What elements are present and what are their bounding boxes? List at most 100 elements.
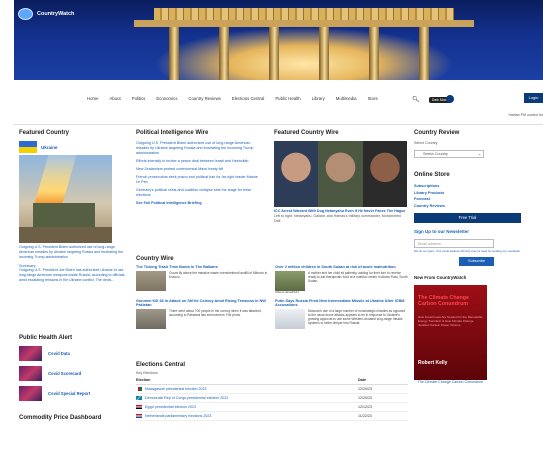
intel-item[interactable]: French prosecutors seek prison and polit…: [136, 175, 261, 185]
portrait-photo: [318, 141, 363, 207]
book-title: The Climate Change Carbon Conundrum: [418, 295, 469, 308]
gate-column: [319, 27, 329, 80]
table-row[interactable]: Madagascar presidential election 2023 12…: [136, 385, 408, 394]
globe-logo-icon: [18, 8, 33, 20]
country-wire-desc: Moscow's use of a large number of nonstr…: [308, 308, 406, 326]
country-wire-desc: A mother and her child sit patiently, wa…: [308, 270, 408, 283]
nav-elections-central[interactable]: Elections Central: [232, 96, 264, 101]
featured-country-image[interactable]: [19, 155, 112, 243]
country-wire-item[interactable]: The Ticking Trash Time Bomb in The Balka…: [136, 265, 269, 295]
election-name[interactable]: Democratic Rep of Congo presidential ele…: [145, 396, 228, 400]
country-wire-headline[interactable]: Putin Says Russia Fired New Intermediate…: [275, 299, 408, 308]
featured-caption: Outgoing U.S. President Biden authorized…: [19, 245, 124, 259]
ground: [19, 227, 112, 243]
newsletter-email-input[interactable]: Email address: [414, 239, 494, 248]
nav-country-reviews[interactable]: Country Reviews: [188, 96, 220, 101]
featured-summary[interactable]: Outgoing U.S. President Joe Biden has au…: [19, 268, 129, 283]
health-item[interactable]: Covid Scorecard: [19, 366, 129, 381]
country-wire-headline[interactable]: The Ticking Trash Time Bomb in The Balka…: [136, 265, 269, 270]
covid-thumbnail: [19, 366, 42, 381]
book-caption[interactable]: The Climate Change Carbon Conundrum: [414, 380, 487, 385]
nav-store[interactable]: Store: [368, 96, 378, 101]
featured-country-wire-section: Featured Country Wire ICC Arrest Warrant…: [274, 130, 409, 224]
brand-logo[interactable]: CountryWatch: [18, 8, 74, 20]
subscribe-button[interactable]: Subscribe: [459, 257, 494, 267]
gate-column: [169, 27, 179, 80]
public-health-section: Public Health Alert Covid Data Covid Sco…: [19, 335, 129, 406]
intel-more-link[interactable]: See Full Political Intelligence Briefing: [136, 201, 202, 205]
news-thumbnail: [275, 308, 305, 329]
election-date: 12/12/23: [358, 405, 372, 409]
election-col-header: Election: [136, 378, 151, 382]
country-wire-headline[interactable]: Gunmen Kill 38 in Attack on Shi'ite Conv…: [136, 299, 269, 308]
gate-column: [369, 27, 379, 80]
store-link[interactable]: Country Reviews: [414, 203, 524, 210]
missile-trail: [33, 155, 77, 207]
gate-column: [419, 27, 429, 80]
netherlands-flag-icon: [136, 414, 142, 418]
search-icon[interactable]: 🔍︎: [412, 96, 420, 103]
intel-item[interactable]: New Zealanders protest controversial Mao…: [136, 167, 261, 172]
covid-thumbnail: [19, 346, 42, 361]
health-item-label[interactable]: Covid Special Report: [48, 391, 90, 396]
country-wire-item[interactable]: Putin Says Russia Fired New Intermediate…: [275, 299, 408, 329]
online-store-title: Online Store: [414, 172, 450, 178]
login-button[interactable]: Login: [524, 93, 543, 103]
news-thumbnail: [136, 308, 166, 329]
election-name[interactable]: Egypt presidential election 2023: [145, 405, 196, 409]
table-row[interactable]: Netherlands parliamentary elections 2023…: [136, 412, 408, 421]
news-thumbnail: [136, 270, 166, 291]
table-row[interactable]: Democratic Rep of Congo presidential ele…: [136, 394, 408, 403]
page: CountryWatch Home About Politics Economi…: [14, 0, 543, 455]
country-review-title: Country Review: [414, 130, 460, 136]
featured-wire-photo[interactable]: [274, 141, 407, 207]
nav-library[interactable]: Library: [312, 96, 325, 101]
election-name[interactable]: Netherlands parliamentary elections 2023: [145, 414, 211, 418]
country-wire-item[interactable]: Gunmen Kill 38 in Attack on Shi'ite Conv…: [136, 299, 269, 329]
election-date: 11/22/23: [358, 414, 372, 418]
gate-column: [219, 27, 229, 80]
news-ticker[interactable]: Haitian PM ousted fro: [444, 113, 543, 117]
country-wire-section: Country Wire The Ticking Trash Time Bomb…: [136, 256, 408, 329]
health-item[interactable]: Covid Data: [19, 346, 129, 361]
newsletter-title: Sign Up to our Newsletter: [414, 229, 470, 234]
covid-thumbnail: [19, 386, 42, 401]
intel-item[interactable]: Germany's political crisis and coalition…: [136, 188, 261, 198]
main-nav: Home About Politics Economics Country Re…: [14, 93, 543, 107]
nav-about[interactable]: About: [109, 96, 120, 101]
health-item-label[interactable]: Covid Scorecard: [48, 371, 81, 376]
free-trial-button[interactable]: Free Trial: [414, 213, 521, 223]
elections-table-header: Election Date: [136, 376, 408, 385]
gate-frieze: [154, 8, 454, 20]
nav-economics[interactable]: Economics: [156, 96, 177, 101]
book-cover[interactable]: The Climate Change Carbon Conundrum How …: [414, 285, 487, 381]
table-row[interactable]: Egypt presidential election 2023 12/12/2…: [136, 403, 408, 412]
nav-home[interactable]: Home: [87, 96, 98, 101]
main-content: Featured Country Ukraine Outgoing U.S. P…: [14, 124, 543, 455]
intel-item[interactable]: Efforts intensify to broker a peace deal…: [136, 159, 261, 164]
commodity-dashboard-title: Commodity Price Dashboard: [19, 415, 102, 421]
date-col-header: Date: [358, 378, 366, 382]
country-select[interactable]: Select Country ⌄: [414, 150, 484, 158]
new-from-title: New From CountryWatch: [414, 275, 467, 281]
election-name[interactable]: Madagascar presidential election 2023: [145, 387, 207, 391]
intel-item[interactable]: Outgoing U.S. President Biden authorizes…: [136, 141, 261, 156]
gate-entablature: [134, 20, 474, 27]
photo-credit: Ohleme Hamad/CAJ: [275, 290, 299, 294]
gate-column: [269, 27, 279, 80]
nav-public-health[interactable]: Public Health: [275, 96, 300, 101]
book-author: Robert Kelly: [418, 360, 448, 367]
country-select-value: Select Country: [423, 152, 448, 156]
health-item-label[interactable]: Covid Data: [48, 351, 70, 356]
nav-politics[interactable]: Politics: [132, 96, 146, 101]
nav-multimedia[interactable]: Multimedia: [336, 96, 357, 101]
country-wire-item[interactable]: Over 2 million children in South Sudan a…: [275, 265, 408, 295]
madagascar-flag-icon: [136, 387, 142, 391]
chevron-down-icon: ⌄: [477, 152, 481, 156]
health-item[interactable]: Covid Special Report: [19, 386, 129, 401]
featured-wire-caption: Left to right: Netanyahu, Gallant, and H…: [274, 214, 401, 223]
featured-country-name[interactable]: Ukraine: [41, 145, 58, 150]
country-wire-headline[interactable]: Over 2 million children in South Sudan a…: [275, 265, 408, 270]
dark-mode-toggle[interactable]: [446, 95, 454, 103]
ukraine-flag-icon: [19, 141, 37, 153]
